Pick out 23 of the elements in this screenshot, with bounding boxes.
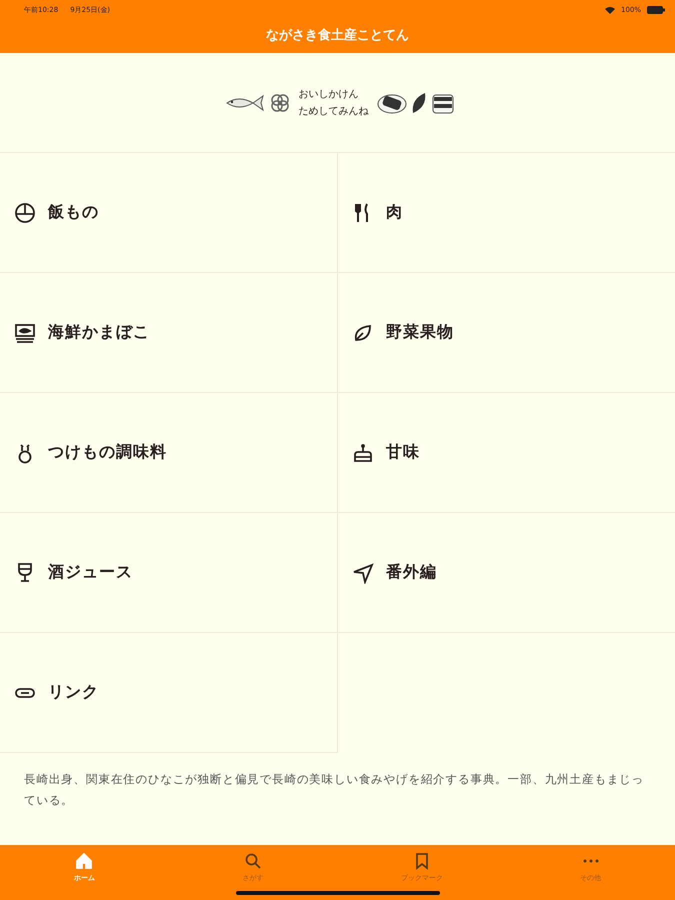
search-icon [244,852,262,870]
category-item[interactable]: 酒ジュース [0,513,338,633]
home-icon [75,852,94,870]
fish-plate-icon [14,322,36,344]
rice-bowl-icon [14,202,36,224]
category-item[interactable]: つけもの調味料 [0,393,338,513]
banner-text: おいしかけん [298,88,360,102]
battery-icon [647,6,665,14]
category-item[interactable]: 肉 [338,153,675,273]
description-text: 長崎出身、関東在住のひなこが独断と偏見で長崎の美味しい食みやげを紹介する事典。一部、九州土産もまじっている。 [24,771,645,809]
category-item[interactable]: 飯もの [0,153,338,273]
send-icon [352,562,374,584]
more-icon [582,859,599,863]
cake-icon [352,442,374,464]
category-item[interactable]: 海鮮かまぼこ [0,273,338,393]
category-item[interactable]: リンク [0,633,338,753]
leaf-shape-icon [410,90,426,114]
app-title: ながさき食土産ことてん [265,26,410,44]
category-item[interactable]: 野菜果物 [338,273,675,393]
wifi-icon [604,6,615,14]
category-item[interactable]: 番外編 [338,513,675,633]
banner-text: ためしてみんね [298,104,368,118]
category-item[interactable]: 甘味 [338,393,675,513]
